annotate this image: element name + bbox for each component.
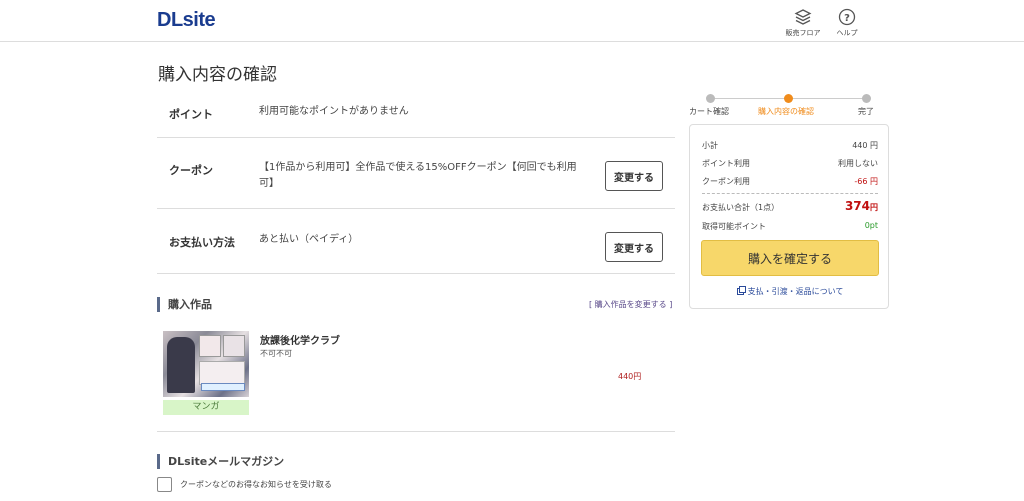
earn-points-row: 取得可能ポイント 0pt <box>702 221 878 232</box>
external-window-icon <box>736 286 746 295</box>
change-items-link[interactable]: [ 購入作品を変更する ] <box>589 299 672 310</box>
step-dot-confirm <box>784 94 793 103</box>
summary-separator <box>702 193 878 194</box>
page-title: 購入内容の確認 <box>158 65 277 85</box>
step-dot-complete <box>862 94 871 103</box>
total-row: お支払い合計（1点） 374円 <box>702 199 878 213</box>
points-usage-row: ポイント利用 利用しない <box>702 158 878 169</box>
item-title[interactable]: 放課後化学クラブ <box>260 332 340 347</box>
item-price: 440円 <box>618 372 642 381</box>
help-icon: ? <box>838 8 856 26</box>
earn-points-value: 0pt <box>864 221 878 230</box>
subtotal-label: 小計 <box>702 141 718 150</box>
points-label: ポイント <box>169 108 213 121</box>
newsletter-checkbox[interactable] <box>157 477 172 492</box>
payment-label: お支払い方法 <box>169 236 235 249</box>
section-divider <box>157 431 675 432</box>
progress-steps: カート確認 購入内容の確認 完了 <box>688 94 888 118</box>
total-label: お支払い合計（1点） <box>702 203 780 212</box>
newsletter-checkbox-label[interactable]: クーポンなどのお得なお知らせを受け取る <box>180 479 332 490</box>
top-header: DLsite 販売フロア ? ヘルプ <box>0 0 1024 42</box>
help-link[interactable]: ? ヘルプ <box>822 8 872 38</box>
newsletter-title: DLsiteメールマガジン <box>157 454 284 469</box>
subtotal-value: 440 円 <box>852 141 878 150</box>
change-coupon-button[interactable]: 変更する <box>605 161 663 191</box>
total-value: 374円 <box>844 199 878 213</box>
payment-row: お支払い方法 あと払い（ペイディ） 変更する <box>157 209 675 274</box>
sales-floor-link[interactable]: 販売フロア <box>778 8 828 38</box>
order-summary: 小計 440 円 ポイント利用 利用しない クーポン利用 -66 円 お支払い合… <box>689 124 889 309</box>
coupon-value: 【1作品から利用可】全作品で使える15%OFFクーポン【何回でも利用可】 <box>259 162 577 189</box>
points-value: 利用可能なポイントがありません <box>259 106 409 117</box>
coupon-usage-row: クーポン利用 -66 円 <box>702 176 878 187</box>
step-label-confirm: 購入内容の確認 <box>758 107 814 116</box>
step-label-complete: 完了 <box>858 107 874 116</box>
coupon-label: クーポン <box>169 164 213 177</box>
payment-value: あと払い（ペイディ） <box>259 234 359 245</box>
items-section-title: 購入作品 <box>157 297 212 312</box>
item-category-tag: マンガ <box>163 400 249 415</box>
step-dot-cart <box>706 94 715 103</box>
item-thumbnail[interactable] <box>163 331 249 397</box>
points-usage-label: ポイント利用 <box>702 159 750 168</box>
coupon-usage-value: -66 円 <box>854 177 878 186</box>
points-usage-value: 利用しない <box>838 159 878 168</box>
help-label: ヘルプ <box>836 29 858 37</box>
subtotal-row: 小計 440 円 <box>702 140 878 151</box>
sales-floor-label: 販売フロア <box>785 29 821 37</box>
change-payment-button[interactable]: 変更する <box>605 232 663 262</box>
step-label-cart: カート確認 <box>689 107 729 116</box>
coupon-usage-label: クーポン利用 <box>702 177 750 186</box>
layers-icon <box>794 9 812 25</box>
earn-points-label: 取得可能ポイント <box>702 222 766 231</box>
points-row: ポイント 利用可能なポイントがありません <box>157 88 675 138</box>
item-circle[interactable]: 不可不可 <box>260 348 292 359</box>
confirm-purchase-button[interactable]: 購入を確定する <box>701 240 879 276</box>
dlsite-logo[interactable]: DLsite <box>157 9 216 32</box>
terms-link-label: 支払・引渡・返品について <box>747 287 844 296</box>
terms-link[interactable]: 支払・引渡・返品について <box>690 286 890 297</box>
svg-text:?: ? <box>844 13 850 24</box>
coupon-row: クーポン 【1作品から利用可】全作品で使える15%OFFクーポン【何回でも利用可… <box>157 138 675 209</box>
